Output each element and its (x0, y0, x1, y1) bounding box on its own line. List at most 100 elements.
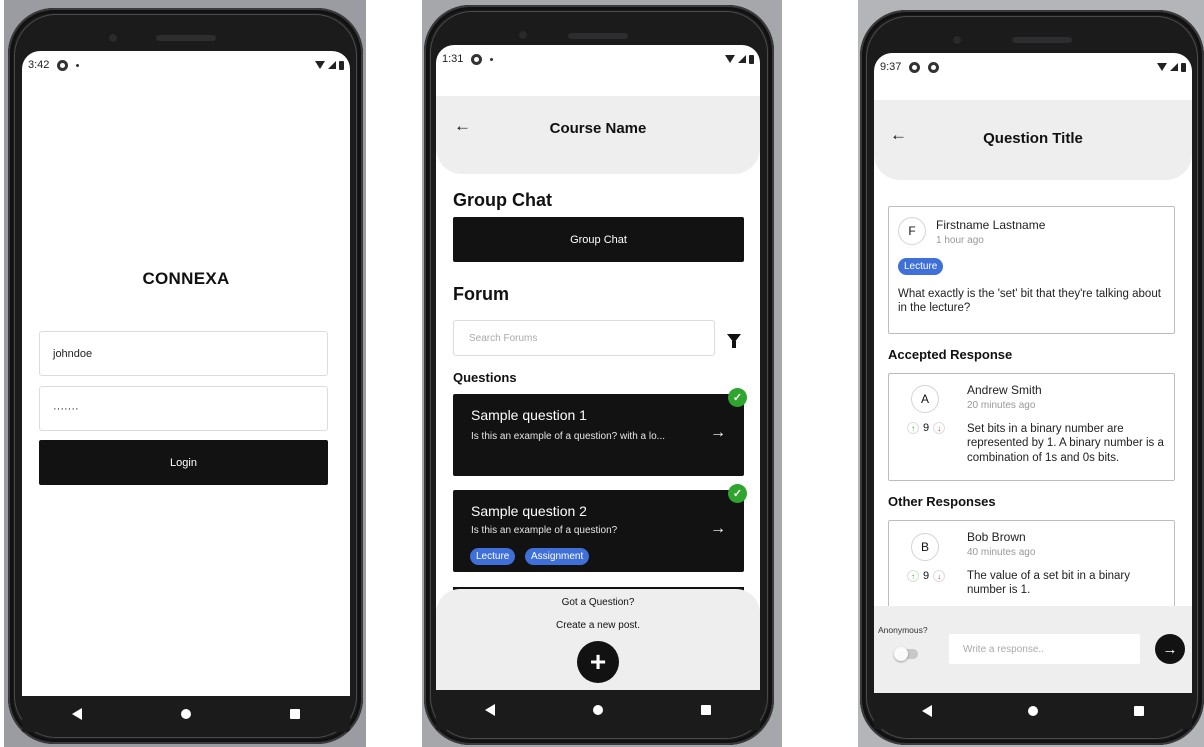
response-composer: Anonymous? Write a response.. → (874, 606, 1192, 693)
nav-back-icon[interactable] (922, 705, 932, 717)
tag-lecture: Lecture (470, 548, 516, 565)
status-bar: 3:42 (22, 51, 350, 79)
signal-icon (1170, 63, 1178, 71)
downvote-icon[interactable]: ↓ (933, 422, 946, 434)
login-screen: 3:42 CONNEXA johndoe ······· Login (22, 51, 350, 696)
camera (951, 34, 963, 46)
tag-assignment: Assignment (525, 548, 590, 565)
question-body: What exactly is the 'set' bit that they'… (898, 288, 1161, 315)
filter-icon[interactable] (727, 334, 741, 348)
question-screen: 9:37 ← Question Title F Firstname Lastna… (874, 53, 1192, 693)
nav-back-icon[interactable] (71, 708, 82, 720)
question-card: F Firstname Lastname 1 hour ago Lecture … (888, 206, 1175, 334)
upvote-icon[interactable]: ↑ (907, 570, 919, 582)
downvote-icon[interactable]: ↓ (933, 570, 946, 582)
nav-recent-icon[interactable] (1134, 706, 1144, 716)
anonymous-toggle[interactable] (894, 647, 918, 661)
signal-icon (328, 61, 336, 69)
forum-heading: Forum (453, 284, 509, 304)
speaker (1012, 37, 1072, 43)
camera (107, 32, 119, 44)
new-post-panel: Got a Question? Create a new post. + (436, 589, 760, 690)
avatar: A (911, 385, 939, 413)
notification-icon (909, 61, 921, 73)
post-time: 1 hour ago (936, 235, 984, 246)
android-navbar (436, 690, 760, 730)
phone-frame-question: 9:37 ← Question Title F Firstname Lastna… (860, 10, 1204, 745)
app-header: ← Question Title (874, 100, 1192, 180)
battery-icon (1181, 62, 1186, 72)
anonymous-label: Anonymous? (878, 625, 928, 635)
group-chat-button[interactable]: Group Chat (453, 217, 744, 262)
app-brand: CONNEXA (142, 269, 230, 288)
camera (517, 29, 529, 41)
post-time: 40 minutes ago (967, 547, 1036, 558)
nav-home-icon[interactable] (180, 709, 191, 719)
other-responses-heading: Other Responses (888, 494, 996, 509)
check-icon: ✓ (728, 388, 747, 407)
vote-count: 9 (923, 422, 930, 434)
wifi-icon (725, 55, 735, 63)
response-input[interactable]: Write a response.. (949, 634, 1140, 664)
wifi-icon (1157, 63, 1167, 71)
speaker (156, 35, 216, 41)
login-button[interactable]: Login (39, 440, 328, 485)
response-body: Set bits in a binary number are represen… (967, 423, 1164, 464)
android-navbar (22, 696, 350, 732)
signal-icon (738, 55, 746, 63)
course-screen: 1:31 ← Course Name Group Chat Group Chat… (436, 45, 760, 690)
status-bar: 9:37 (874, 53, 1192, 81)
question-title: Sample question 1 (471, 407, 587, 423)
phone-frame-course: 1:31 ← Course Name Group Chat Group Chat… (424, 5, 774, 745)
nav-home-icon[interactable] (1028, 706, 1038, 716)
create-post-button[interactable]: + (577, 641, 619, 683)
question-title: Sample question 2 (471, 503, 587, 519)
post-time: 20 minutes ago (967, 400, 1036, 411)
username-field[interactable]: johndoe (39, 331, 328, 376)
author-name: Firstname Lastname (936, 218, 1046, 232)
author-name: Andrew Smith (967, 383, 1042, 397)
vote-control: ↑ 9 ↓ (907, 570, 946, 582)
question-preview: Is this an example of a question? (471, 525, 618, 536)
status-bar: 1:31 (436, 45, 760, 73)
status-time: 1:31 (442, 53, 464, 65)
check-icon: ✓ (728, 484, 747, 503)
right-arrow-icon[interactable]: → (710, 520, 726, 538)
upvote-icon[interactable]: ↑ (907, 422, 919, 434)
speaker (568, 33, 628, 39)
right-arrow-icon[interactable]: → (710, 424, 726, 442)
accepted-response-card: A Andrew Smith 20 minutes ago ↑ 9 ↓ Set … (888, 373, 1175, 481)
question-card-2[interactable]: Sample question 2 Is this an example of … (453, 490, 744, 572)
vote-count: 9 (923, 570, 930, 582)
status-time: 9:37 (880, 61, 902, 73)
nav-home-icon[interactable] (593, 705, 603, 715)
notification-icon (471, 53, 483, 65)
nav-recent-icon[interactable] (701, 705, 711, 715)
response-body: The value of a set bit in a binary numbe… (967, 570, 1131, 597)
send-button[interactable]: → (1155, 634, 1185, 664)
question-preview: Is this an example of a question? with a… (471, 431, 665, 442)
question-card-1[interactable]: Sample question 1 Is this an example of … (453, 394, 744, 476)
cta-line-1: Got a Question? (561, 597, 635, 608)
tag-lecture: Lecture (898, 258, 944, 275)
battery-icon (339, 60, 344, 70)
password-field[interactable]: ······· (39, 386, 328, 431)
nav-back-icon[interactable] (485, 704, 495, 716)
more-notifications-icon (490, 57, 494, 61)
questions-heading: Questions (453, 370, 517, 385)
notification-icon (57, 59, 69, 71)
status-time: 3:42 (28, 59, 50, 71)
phone-frame-login: 3:42 CONNEXA johndoe ······· Login (8, 8, 363, 744)
nav-recent-icon[interactable] (290, 709, 301, 719)
response-card: B Bob Brown 40 minutes ago ↑ 9 ↓ The val… (888, 520, 1175, 620)
search-forums-input[interactable]: Search Forums (453, 320, 715, 356)
more-notifications-icon (76, 63, 80, 67)
author-name: Bob Brown (967, 530, 1026, 544)
notification-icon (928, 61, 940, 73)
plus-icon: + (589, 646, 607, 677)
battery-icon (749, 54, 754, 64)
group-chat-heading: Group Chat (453, 190, 552, 210)
vote-control: ↑ 9 ↓ (907, 422, 946, 434)
app-header: ← Course Name (436, 96, 760, 174)
send-icon: → (1162, 640, 1178, 658)
